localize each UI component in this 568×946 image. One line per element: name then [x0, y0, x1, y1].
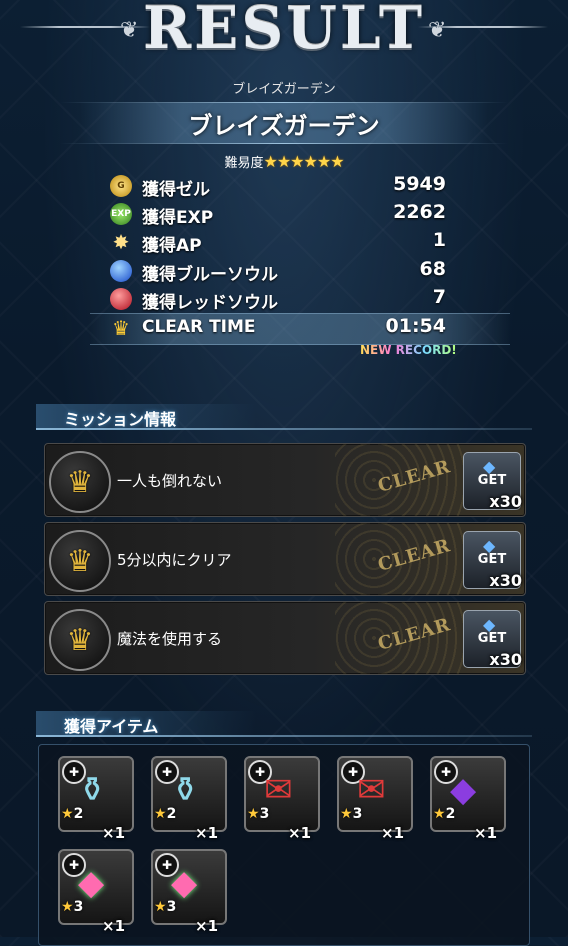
reward-label: 獲得EXP	[142, 208, 214, 228]
reward-row-exp: EXP 獲得EXP 2262	[110, 201, 450, 228]
mission-card[interactable]: ♛ 5分以内にクリア CLEAR ◆ GET x30	[44, 522, 526, 596]
crown-icon: ♛	[49, 530, 111, 592]
reward-row-blue-soul: 獲得ブルーソウル 68	[110, 258, 450, 285]
mission-card[interactable]: ♛ 魔法を使用する CLEAR ◆ GET x30	[44, 601, 526, 675]
item-quantity: ×1	[195, 917, 219, 935]
reward-value: 5949	[393, 173, 446, 195]
potion-icon: ⚱	[78, 770, 107, 810]
reward-value: 1	[432, 229, 446, 251]
red-crystal-envelope-icon: ✉	[357, 770, 386, 810]
difficulty-stars: ★★★★★★	[263, 152, 344, 171]
reward-value: 01:54	[385, 315, 446, 337]
item-rarity: ★3	[247, 806, 270, 822]
reward-value: 2262	[393, 201, 446, 223]
mission-section-header: ミッション情報	[36, 404, 532, 430]
reward-value: 7	[432, 286, 446, 308]
reward-label: 獲得ゼル	[142, 180, 210, 200]
mission-section-title: ミッション情報	[64, 410, 177, 429]
item-rarity: ★3	[61, 899, 84, 915]
item-rarity: ★3	[340, 806, 363, 822]
item-slot[interactable]: ✚ ◆ ★3 ×1	[149, 849, 227, 935]
mission-text: 5分以内にクリア	[117, 551, 232, 569]
stage-band-bottom-line	[60, 143, 508, 144]
get-label: GET	[477, 552, 507, 567]
item-slot[interactable]: ✚ ✉ ★3 ×1	[242, 756, 320, 842]
items-section-header: 獲得アイテム	[36, 711, 532, 737]
difficulty-label: 難易度	[224, 156, 264, 171]
item-slot[interactable]: ✚ ✉ ★3 ×1	[335, 756, 413, 842]
red-soul-icon	[110, 288, 132, 310]
item-slot[interactable]: ✚ ◆ ★2 ×1	[428, 756, 506, 842]
get-count: x30	[489, 492, 522, 511]
get-count: x30	[489, 650, 522, 669]
exp-icon: EXP	[110, 203, 132, 225]
stage-band-top-line	[60, 102, 508, 103]
section-underline	[36, 735, 532, 737]
reward-row-gil: G 獲得ゼル 5949	[110, 173, 450, 200]
item-quantity: ×1	[195, 824, 219, 842]
result-title: RESULT	[142, 0, 426, 62]
crown-icon: ♛	[49, 451, 111, 513]
mission-card[interactable]: ♛ 一人も倒れない CLEAR ◆ GET x30	[44, 443, 526, 517]
crown-icon: ♛	[49, 609, 111, 671]
reward-value: 68	[419, 258, 446, 280]
purple-crystal-icon: ◆	[450, 770, 477, 810]
rainbow-crystal-icon: ◆	[171, 863, 198, 903]
stage-name-small: ブレイズガーデン	[232, 82, 336, 97]
get-label: GET	[477, 631, 507, 646]
get-reward-button[interactable]: ◆ GET x30	[463, 610, 522, 669]
get-count: x30	[489, 571, 522, 590]
ap-star-icon: ✸	[112, 230, 130, 254]
reward-label: CLEAR TIME	[142, 317, 256, 337]
reward-label: 獲得ブルーソウル	[142, 265, 278, 285]
reward-row-red-soul: 獲得レッドソウル 7	[110, 286, 450, 313]
stage-title: ブレイズガーデン	[188, 112, 380, 140]
get-label: GET	[477, 473, 507, 488]
potion-icon: ⚱	[171, 770, 200, 810]
item-rarity: ★2	[61, 806, 84, 822]
items-section-title: 獲得アイテム	[64, 717, 159, 736]
item-rarity: ★2	[433, 806, 456, 822]
rainbow-crystal-icon: ◆	[78, 863, 105, 903]
get-reward-button[interactable]: ◆ GET x30	[463, 531, 522, 590]
gil-coin-icon: G	[110, 175, 132, 197]
item-slot[interactable]: ✚ ⚱ ★2 ×1	[56, 756, 134, 842]
reward-label: 獲得AP	[142, 236, 202, 256]
reward-row-clear-time: ♛ CLEAR TIME 01:54	[110, 315, 450, 341]
reward-row-ap: ✸ 獲得AP 1	[110, 229, 450, 256]
item-rarity: ★2	[154, 806, 177, 822]
item-quantity: ×1	[102, 917, 126, 935]
item-rarity: ★3	[154, 899, 177, 915]
item-quantity: ×1	[474, 824, 498, 842]
result-title-bar: ❦ ❦ RESULT	[0, 0, 568, 62]
item-slot[interactable]: ✚ ⚱ ★2 ×1	[149, 756, 227, 842]
item-quantity: ×1	[102, 824, 126, 842]
reward-label: 獲得レッドソウル	[142, 293, 278, 313]
new-record-badge: NEW RECORD!	[360, 343, 457, 357]
red-crystal-envelope-icon: ✉	[264, 770, 293, 810]
get-reward-button[interactable]: ◆ GET x30	[463, 452, 522, 511]
difficulty: 難易度★★★★★★	[0, 152, 568, 171]
item-quantity: ×1	[381, 824, 405, 842]
mission-text: 一人も倒れない	[117, 472, 223, 490]
item-slot[interactable]: ✚ ◆ ★3 ×1	[56, 849, 134, 935]
section-underline	[36, 428, 532, 430]
item-quantity: ×1	[288, 824, 312, 842]
blue-soul-icon	[110, 260, 132, 282]
trophy-icon: ♛	[112, 316, 130, 340]
mission-text: 魔法を使用する	[117, 630, 223, 648]
